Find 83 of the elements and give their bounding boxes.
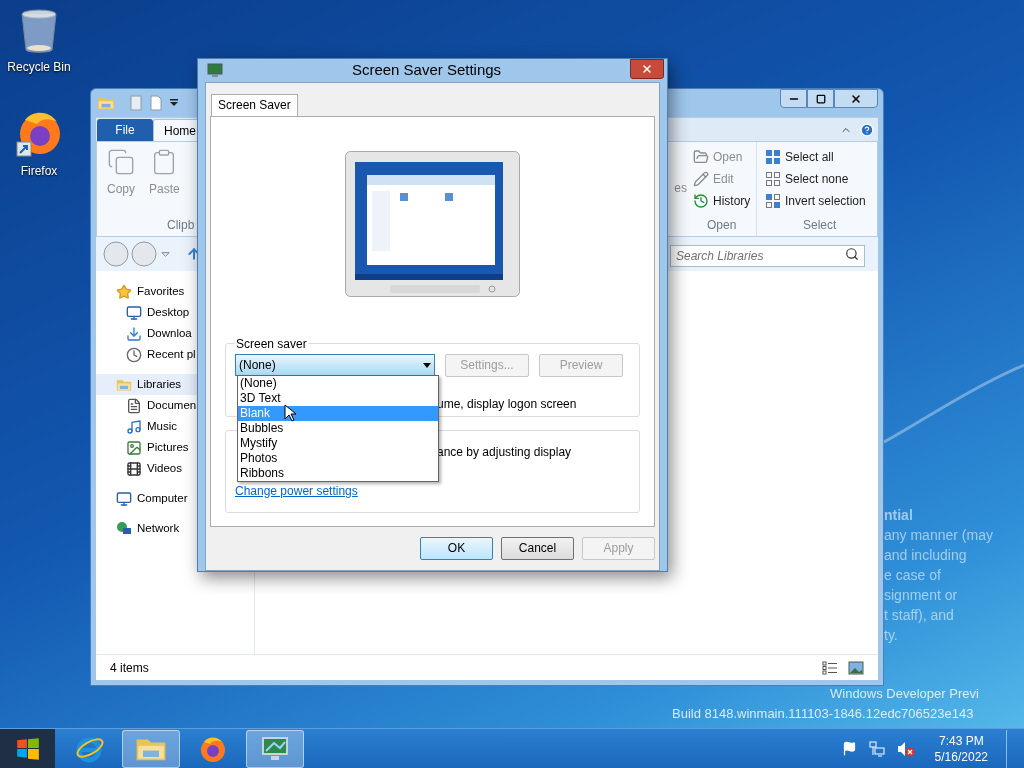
open-icon [693,149,709,165]
sidebar-item[interactable]: Desktop [96,302,254,323]
change-power-settings-link[interactable]: Change power settings [235,481,358,500]
desktop-notice-text: signment or [884,586,959,605]
ribbon-button[interactable]: Select all [765,146,869,168]
properties-icon [129,95,143,111]
close-icon [850,92,862,105]
document-icon [126,397,142,414]
desktop-notice-text: ty. [884,626,899,645]
group-label: Clipb [166,217,196,234]
minimize-button[interactable] [780,89,807,108]
select-all-icon [765,149,781,165]
monitor-icon [126,304,142,321]
history-dropdown-icon[interactable] [161,249,170,259]
desktop-notice-text: t staff), and [884,606,955,625]
help-icon[interactable] [860,123,874,137]
large-icons-view-icon[interactable] [848,660,864,675]
taskbar-button[interactable] [246,729,304,768]
start-icon [14,736,41,761]
close-button[interactable] [834,89,878,108]
window-title: Screen Saver Settings [350,60,503,80]
network-icon [116,520,132,537]
file-tab[interactable]: File [97,119,153,141]
search-icon [845,247,859,261]
start-button[interactable] [0,728,55,768]
muted-speaker-icon[interactable] [896,740,915,757]
computer-icon [116,490,132,507]
invert-selection-icon [765,193,781,209]
pencil-icon [693,171,709,187]
download-icon [126,325,142,342]
maximize-button[interactable] [807,89,834,108]
caret-icon [423,362,431,368]
taskbar-button[interactable] [122,729,180,768]
clock-date[interactable]: 5/16/2022 [934,748,988,765]
dialog-button[interactable]: Cancel [501,536,574,560]
monitor-icon [207,62,223,79]
flag-icon[interactable] [841,741,857,756]
desktop-notice-text: and including [884,546,968,565]
close-button[interactable] [630,59,664,79]
clock-icon [126,346,142,363]
flame-globe-icon[interactable] [15,110,63,158]
maximize-icon [815,93,826,104]
dropdown-option[interactable]: Photos [238,450,438,466]
network-icon[interactable] [868,740,885,757]
desktop-notice-text: any manner (may [884,526,993,545]
group-label: Open [706,217,738,234]
desktop-notice-text: e case of [884,566,942,585]
music-icon [126,418,142,435]
trash-bin-icon[interactable] [19,8,59,54]
details-view-icon[interactable] [822,660,838,675]
close-icon [641,63,653,75]
dialog-button[interactable]: OK [420,536,493,560]
sidebar-item[interactable]: Favorites [96,281,254,302]
group-label: Screen saver [235,335,308,353]
star-icon [116,283,132,300]
clock-time[interactable]: 7:43 PM [938,732,984,749]
mouse-pointer-icon [284,403,296,422]
group-label: Select [802,217,838,234]
dropdown-option[interactable]: Mystify [238,435,438,451]
desktop-notice-text: ntial [884,506,914,525]
screen-saver-dropdown[interactable]: (None) [235,354,435,376]
ribbon-button[interactable]: Select none [765,168,869,190]
dialog-tab[interactable]: Screen Saver [211,93,298,116]
folder-icon [97,95,115,111]
new-document-icon [149,95,163,111]
copy-icon [107,148,135,176]
dropdown-option[interactable]: Ribbons [238,465,438,481]
status-text: 4 items [110,659,149,677]
film-icon [126,460,142,477]
picture-icon [126,439,142,456]
search-field[interactable]: Search Libraries [670,245,865,267]
ribbon-button[interactable]: Invert selection [765,190,869,212]
build-info-text: Windows Developer Previ [830,685,979,703]
dropdown-arrow-icon[interactable] [169,98,179,108]
desktop-icon-label[interactable]: Firefox [20,162,58,180]
select-none-icon [765,171,781,187]
ribbon-button[interactable]: History [693,190,756,212]
desktop-icon-label[interactable]: Recycle Bin [7,58,71,76]
history-icon [693,193,709,209]
dropdown-option[interactable]: Bubbles [238,420,438,436]
build-info-text: Build 8148.winmain.111103-1846.12edc706523e143 [672,705,974,723]
sidebar-item[interactable]: Network [96,518,254,539]
ribbon-button-label: es [674,180,688,197]
